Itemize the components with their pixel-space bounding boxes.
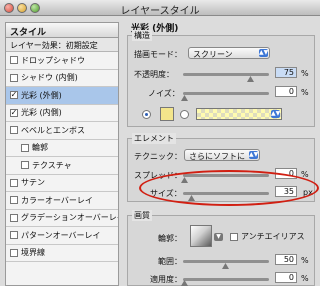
checkbox-icon[interactable] — [10, 231, 18, 240]
styles-list: ドロップシャドウ シャドウ (内側) ✓ 光彩 (外側) ✓ 光彩 (内側) ベベルとエンボ… — [6, 52, 118, 262]
jitter-slider-track[interactable] — [183, 278, 269, 281]
style-item-label: パターンオーバーレイ — [21, 230, 101, 240]
jitter-unit: % — [301, 274, 309, 283]
style-item[interactable]: テクスチャ — [6, 157, 118, 175]
style-item-label: 光彩 (外側) — [21, 90, 62, 100]
style-item[interactable]: サテン — [6, 175, 118, 192]
chevron-down-icon: ▲▼ — [271, 110, 281, 118]
quality-group: 画質 輪郭： ▼ アンチエイリアス 範囲： 50 % 適用度： 0 % — [127, 210, 315, 286]
color-radio[interactable] — [142, 110, 151, 119]
window-titlebar: レイヤースタイル — [0, 0, 320, 17]
checkbox-icon[interactable] — [10, 248, 18, 257]
checkbox-icon — [230, 232, 238, 241]
technique-label: テクニック： — [134, 152, 182, 161]
style-item-label: シャドウ (内側) — [21, 73, 78, 83]
style-item[interactable]: ベベルとエンボス — [6, 122, 118, 140]
style-item-label: サテン — [21, 178, 45, 188]
blend-mode-label: 描画モード： — [134, 50, 182, 59]
style-item[interactable]: ドロップシャドウ — [6, 52, 118, 70]
technique-value: さらにソフトに — [189, 152, 245, 161]
blend-mode-select[interactable]: スクリーン ▲▼ — [188, 47, 270, 59]
blending-options-item[interactable]: レイヤー効果：初期設定 — [6, 38, 118, 52]
styles-panel: スタイル レイヤー効果：初期設定 ドロップシャドウ シャドウ (内側) ✓ 光彩 (外… — [5, 22, 119, 286]
checkbox-icon[interactable] — [10, 178, 18, 187]
jitter-label: 適用度： — [150, 275, 182, 284]
styles-header[interactable]: スタイル — [6, 23, 118, 38]
checked-checkbox-icon[interactable]: ✓ — [10, 108, 18, 117]
elements-group-title: エレメント — [132, 133, 176, 144]
style-item-label: テクスチャ — [32, 160, 72, 170]
chevron-down-icon: ▲▼ — [249, 151, 259, 159]
style-item[interactable]: シャドウ (内側) — [6, 70, 118, 87]
glow-color-swatch[interactable] — [160, 107, 174, 121]
checkbox-icon[interactable] — [10, 56, 18, 65]
technique-select[interactable]: さらにソフトに ▲▼ — [184, 149, 260, 161]
checkbox-icon[interactable] — [10, 213, 18, 222]
structure-group-title: 構造 — [132, 30, 152, 41]
jitter-field[interactable]: 0 — [275, 272, 297, 283]
range-slider-track[interactable] — [183, 260, 269, 263]
chevron-down-icon: ▲▼ — [259, 49, 269, 57]
noise-label: ノイズ： — [148, 89, 180, 98]
range-field[interactable]: 50 — [275, 254, 297, 265]
checked-checkbox-icon[interactable]: ✓ — [10, 91, 18, 100]
style-item[interactable]: 境界線 — [6, 245, 118, 262]
range-unit: % — [301, 256, 309, 265]
antialias-checkbox[interactable]: アンチエイリアス — [230, 231, 305, 242]
checkbox-icon[interactable] — [10, 196, 18, 205]
noise-slider-track[interactable] — [183, 92, 269, 95]
blend-mode-value: スクリーン — [193, 50, 233, 59]
antialias-label: アンチエイリアス — [241, 232, 305, 241]
opacity-slider-thumb[interactable] — [247, 76, 254, 82]
opacity-unit: % — [301, 69, 309, 78]
style-item[interactable]: カラーオーバーレイ — [6, 192, 118, 210]
style-item-label: カラーオーバーレイ — [21, 195, 93, 205]
style-item-label: ベベルとエンボス — [21, 125, 85, 135]
noise-slider-thumb[interactable] — [181, 95, 188, 101]
quality-group-title: 画質 — [132, 210, 152, 221]
contour-label: 輪郭： — [158, 234, 182, 243]
highlight-ellipse-annotation — [139, 170, 319, 206]
style-item[interactable]: パターンオーバーレイ — [6, 227, 118, 245]
gradient-radio[interactable] — [180, 110, 189, 119]
structure-group: 構造 描画モード： スクリーン ▲▼ 不透明度： 75 % ノイズ： 0 % ▲… — [127, 30, 315, 127]
checkbox-icon[interactable] — [10, 126, 18, 135]
noise-unit: % — [301, 88, 309, 97]
checkbox-icon[interactable] — [21, 143, 29, 152]
style-item-label: 光彩 (内側) — [21, 108, 62, 118]
checkbox-icon[interactable] — [21, 161, 29, 170]
range-label: 範囲： — [158, 257, 182, 266]
window-title: レイヤースタイル — [120, 6, 200, 17]
style-item[interactable]: ✓ 光彩 (外側) — [6, 87, 118, 105]
range-slider-thumb[interactable] — [222, 263, 229, 269]
style-item-label: グラデーションオーバーレイ — [21, 213, 118, 223]
style-item-label: ドロップシャドウ — [21, 55, 85, 65]
chevron-down-icon[interactable]: ▼ — [214, 233, 223, 241]
noise-field[interactable]: 0 — [275, 86, 297, 97]
checkbox-icon[interactable] — [10, 73, 18, 82]
style-item-label: 境界線 — [21, 248, 45, 258]
style-item[interactable]: ✓ 光彩 (内側) — [6, 105, 118, 122]
glow-gradient-picker[interactable]: ▲▼ — [196, 108, 282, 120]
style-item[interactable]: 輪郭 — [6, 140, 118, 157]
opacity-field[interactable]: 75 — [275, 67, 297, 78]
style-item[interactable]: グラデーションオーバーレイ — [6, 210, 118, 227]
opacity-label: 不透明度： — [134, 70, 174, 79]
style-item-label: 輪郭 — [32, 143, 48, 153]
contour-preview[interactable] — [190, 225, 212, 247]
opacity-slider-track[interactable] — [183, 73, 269, 76]
